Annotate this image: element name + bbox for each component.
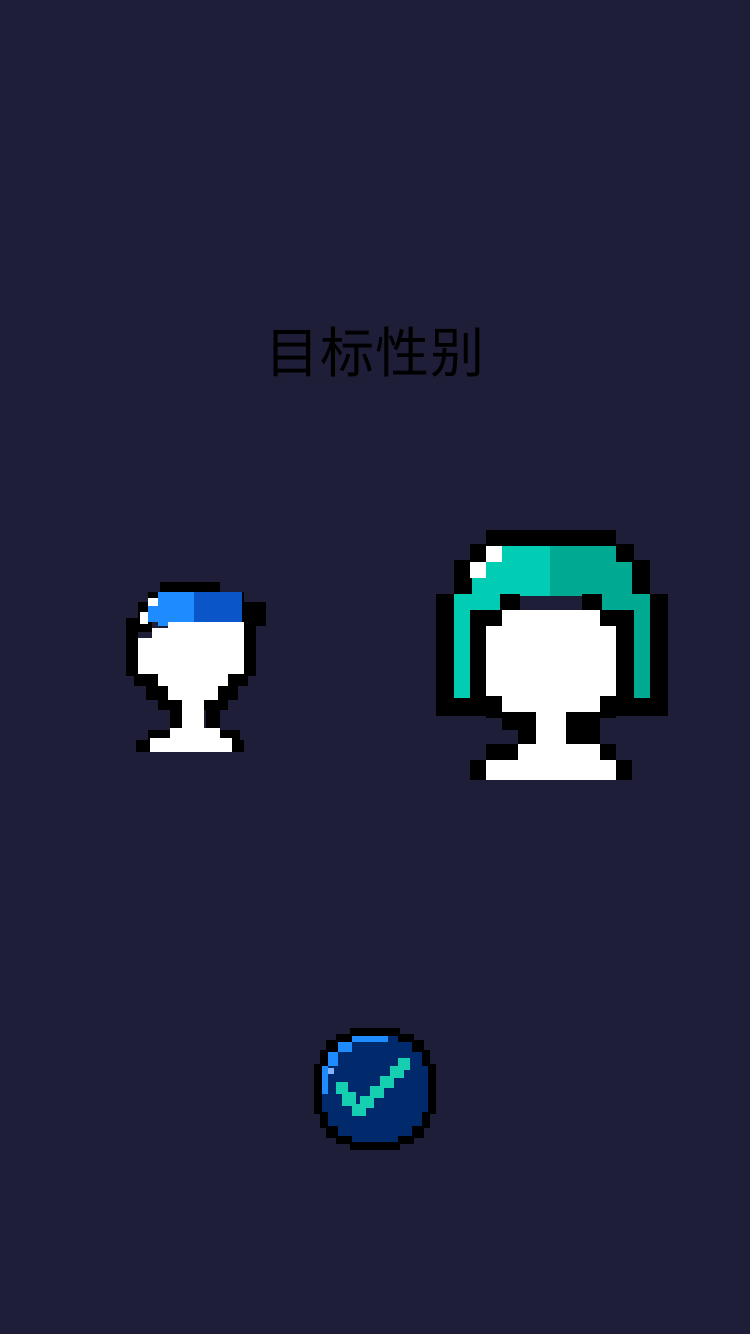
confirm-button[interactable] bbox=[314, 1028, 436, 1150]
page-title: 目标性别 bbox=[265, 322, 485, 385]
male-avatar-icon bbox=[126, 582, 266, 752]
checkmark-icon bbox=[314, 1028, 436, 1150]
female-avatar-option[interactable] bbox=[436, 528, 668, 780]
male-avatar-option[interactable] bbox=[124, 580, 268, 754]
female-avatar-icon bbox=[436, 530, 668, 780]
